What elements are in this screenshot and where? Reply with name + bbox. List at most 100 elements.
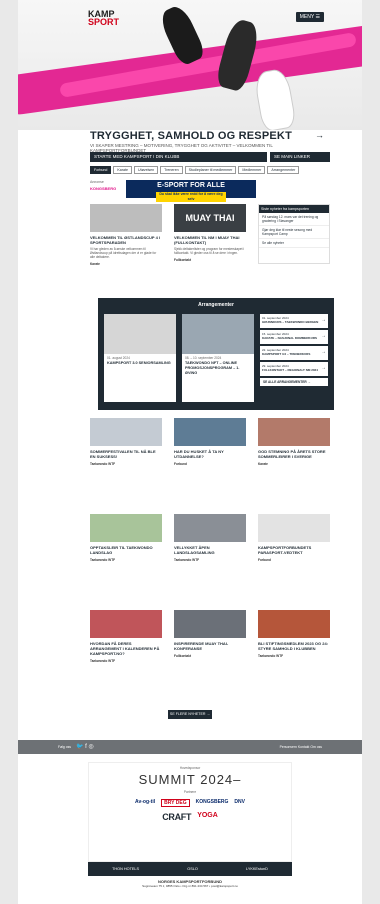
news-image <box>90 610 162 638</box>
tab-treneren[interactable]: Treneren <box>160 166 183 174</box>
news-category: Fullkontakt <box>174 258 192 262</box>
news-category: Taekwondo WTF <box>258 654 284 658</box>
news-title: Vellykket åpen landslagsamling <box>174 545 215 555</box>
more-links-label: SE MAIN LINKER <box>274 154 311 159</box>
news-category: Forbund <box>174 462 187 466</box>
search-row: STARTE MED KAMPSPORT I DIN KLUBB SE MAIN… <box>90 152 330 162</box>
event-list: 01. september 2024 GRUNNKURS – TAEKWONDO … <box>260 314 328 386</box>
partner-logo[interactable]: DNV <box>234 799 245 807</box>
arrow-right-icon: → <box>206 712 211 716</box>
tab-forbund[interactable]: Forbund <box>90 166 112 174</box>
main-sponsor-label: Hovedsponsor <box>179 766 201 770</box>
hero-banner: KAMP SPORT MENY ☰ <box>18 0 362 130</box>
news-title: Har du husket å ta ny utdannelse? <box>174 449 224 459</box>
news-card[interactable]: Hvordan få deres arrangement i kalendere… <box>90 610 162 663</box>
partner-logo[interactable]: YOGA <box>197 812 218 822</box>
news-title: Sommerfestivalen til nå ble en suksess! <box>90 449 156 459</box>
news-title: Bli stiftingsmedlem 2023 og 24: Styre sa… <box>258 641 329 651</box>
all-events-link[interactable]: SE ALLE ARRANGEMENTER → <box>260 378 328 386</box>
event-image <box>182 314 254 354</box>
ad-label: Annonse <box>90 180 104 184</box>
event-list-item[interactable]: 29. september 2024 FULLKONTAKT – REGIONAL… <box>260 362 328 376</box>
all-events-label: SE ALLE ARRANGEMENTER <box>263 380 307 384</box>
find-club-button[interactable]: STARTE MED KAMPSPORT I DIN KLUBB <box>90 152 267 162</box>
partners-label: Partnere <box>183 790 197 794</box>
tab-medlemmer[interactable]: Medlemmer <box>238 166 266 174</box>
latest-news-item[interactable]: Gjør deg klar til neste sesong med Kamps… <box>259 226 329 239</box>
news-card[interactable]: Vellykket åpen landslagsamling Taekwondo… <box>174 514 246 562</box>
hamburger-icon: ☰ <box>315 14 320 20</box>
footer-info: NORGES KAMPSPORTFORBUND Sognsveien 75 J,… <box>88 880 292 889</box>
news-card[interactable]: God stemning på årets store Sommerleirer… <box>258 418 330 466</box>
follow-label: Følg oss <box>58 745 71 749</box>
site-logo[interactable]: KAMP SPORT <box>88 10 122 28</box>
news-image <box>90 514 162 542</box>
tab-studieplaner[interactable]: Studieplaner til medlemmer <box>184 166 237 174</box>
partner-logo[interactable]: THON HOTELS <box>112 867 139 871</box>
event-image <box>104 314 176 354</box>
event-title: KAMPSPORT 3.0 SENIORSAMLING <box>107 361 171 365</box>
news-image <box>174 514 246 542</box>
partner-logo[interactable]: OSLO <box>187 867 198 871</box>
news-card[interactable]: Bli stiftingsmedlem 2023 og 24: Styre sa… <box>258 610 330 658</box>
find-club-label: STARTE MED KAMPSPORT I DIN KLUBB <box>94 154 180 159</box>
news-card[interactable]: Har du husket å ta ny utdannelse? Forbun… <box>174 418 246 466</box>
arrow-right-icon: → <box>321 365 326 371</box>
news-card[interactable]: Velkommen til Østlandscup 4 i Sportspara… <box>90 204 162 266</box>
event-card[interactable]: 08. – 10. september 2024 TAEKWONDO NFT –… <box>182 314 254 402</box>
news-title: Inspirerende Muay Thai-konferanse <box>174 641 229 651</box>
news-category: Karate <box>90 262 100 266</box>
partner-row: Av-og-til BRY DEG KONGSBERG DNV <box>89 799 291 807</box>
news-card[interactable]: Opptaksleir til Taekwondo landslag Taekw… <box>90 514 162 562</box>
arrow-right-icon: → <box>321 333 326 339</box>
arrow-right-icon: → <box>321 349 326 355</box>
tab-arrangementer[interactable]: Arrangementer <box>267 166 300 174</box>
hero-text: TRYGGHET, SAMHOLD OG RESPEKT VI SKAPER M… <box>90 130 330 153</box>
event-title: KARATE – NASJONAL DOMMERKURS <box>262 336 318 340</box>
news-title: Velkommen til Østlandscup 4 i Sportspara… <box>90 235 161 245</box>
footer-bar: Følg oss 🐦 f ◎ Personvern Kontakt Om oss <box>18 740 362 754</box>
partner-logo[interactable]: KONGSBERG <box>196 799 229 807</box>
partner-logo[interactable]: CRAFT <box>162 812 191 822</box>
latest-news-item[interactable]: På søndag 12. mars var det trening og gr… <box>259 213 329 226</box>
news-desc: Vi har gleden av å ønske velkommen til Ø… <box>90 247 157 259</box>
menu-button[interactable]: MENY ☰ <box>295 12 324 22</box>
sponsor-logo[interactable]: KONGSBERG <box>90 186 116 191</box>
event-list-item[interactable]: 01. september 2024 GRUNNKURS – TAEKWONDO … <box>260 314 328 328</box>
news-card[interactable]: Sommerfestivalen til nå ble en suksess! … <box>90 418 162 466</box>
partner-row: CRAFT YOGA <box>89 812 291 822</box>
news-image <box>174 610 246 638</box>
event-title: GRUNNKURS – TAEKWONDO BERGEN <box>262 320 319 324</box>
news-image <box>258 418 330 446</box>
partner-logo[interactable]: LYKKEstunD <box>246 867 268 871</box>
news-image <box>258 610 330 638</box>
summit-logo[interactable]: SUMMIT 2024– <box>89 772 291 787</box>
news-title: Opptaksleir til Taekwondo landslag <box>90 545 153 555</box>
news-title: God stemning på årets store Sommerleirer… <box>258 449 326 459</box>
event-list-item[interactable]: 15. september 2024 KARATE – NASJONAL DOMM… <box>260 330 328 344</box>
tab-utovelsen[interactable]: Utøvelsen <box>133 166 159 174</box>
sponsor-banner[interactable]: E-SPORT FOR ALLE Du skal ikke være redd … <box>126 180 256 202</box>
partner-logo[interactable]: Av-og-til <box>135 799 155 807</box>
latest-news-item[interactable]: Se alle nyheter <box>259 239 329 248</box>
menu-label: MENY <box>299 14 315 20</box>
news-desc: Sjekk deltakerlister og program for mest… <box>174 247 245 255</box>
news-category: Taekwondo WTF <box>90 558 116 562</box>
news-card[interactable]: Kampsportforbundets parasport-vedtekt Fo… <box>258 514 330 562</box>
arrow-right-icon[interactable]: → <box>315 130 324 140</box>
more-links-button[interactable]: SE MAIN LINKER <box>270 152 330 162</box>
news-card[interactable]: MUAY THAI Velkommen til NM i Muay Thai (… <box>174 204 246 262</box>
twitter-icon[interactable]: 🐦 <box>76 744 83 750</box>
instagram-icon[interactable]: ◎ <box>89 744 94 750</box>
tab-karate[interactable]: Karate <box>113 166 132 174</box>
footer-links[interactable]: Personvern Kontakt Om oss <box>280 745 322 749</box>
news-category: Fullkontakt <box>174 654 192 658</box>
arrow-right-icon: → <box>307 380 311 384</box>
facebook-icon[interactable]: f <box>85 744 87 750</box>
event-card[interactable]: 01. august 2024 KAMPSPORT 3.0 SENIORSAML… <box>104 314 176 402</box>
more-news-button[interactable]: SE FLERE NYHETER → <box>168 710 212 719</box>
sponsor-section: Hovedsponsor SUMMIT 2024– Partnere Av-og… <box>88 762 292 862</box>
news-card[interactable]: Inspirerende Muay Thai-konferanse Fullko… <box>174 610 246 658</box>
event-list-item[interactable]: 22. september 2024 KAMPSPORT 3.0 – TRENER… <box>260 346 328 360</box>
partner-logo[interactable]: BRY DEG <box>161 799 190 807</box>
